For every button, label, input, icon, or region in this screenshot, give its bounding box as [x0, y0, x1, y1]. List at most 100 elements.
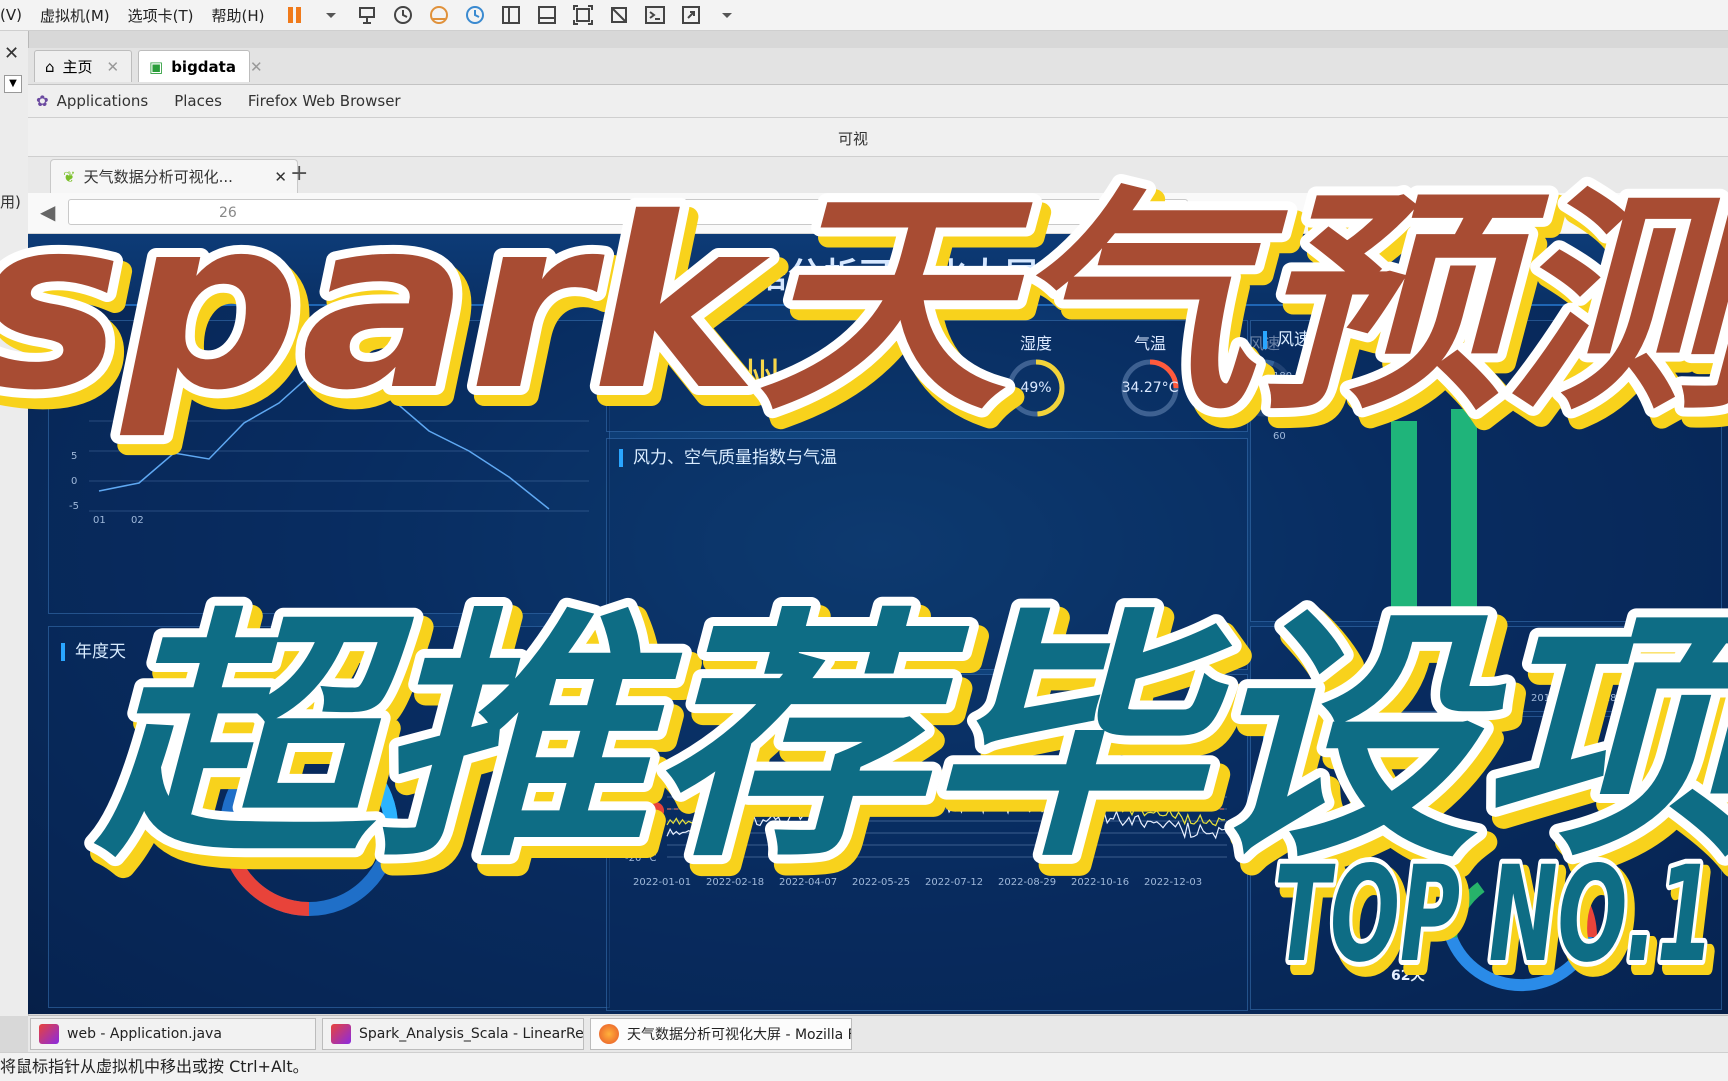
weather-dashboard: 数据分析可视化大屏 5 0 -5 01 02 年度天 苏州 湿度 49% 气温 34.…	[28, 234, 1728, 1014]
x-tick: 2022-08-29	[998, 877, 1056, 888]
y-tick: 20 °C	[625, 805, 653, 816]
tab-home[interactable]: ⌂ 主页 ✕	[34, 50, 132, 82]
gauge-value: 34.27°C	[1121, 380, 1179, 396]
y-tick: 60	[1273, 431, 1286, 442]
x-tick: 2022-04-07	[779, 877, 837, 888]
new-tab-icon[interactable]: +	[290, 161, 308, 186]
library-label-fragment: 用)	[0, 193, 21, 211]
firefox-icon	[599, 1024, 619, 1044]
x-tick: 2022-02-18	[706, 877, 764, 888]
x-tick: 2022-12-03	[1144, 877, 1202, 888]
snapshot-manager-icon[interactable]	[462, 3, 488, 27]
panel-title: 年度风向类型	[1263, 731, 1379, 749]
terminal-icon[interactable]	[642, 3, 668, 27]
panel-title: 风力、空气质量指数与气温	[619, 449, 837, 467]
send-keys-icon[interactable]	[354, 3, 380, 27]
firefox-titlebar: 可视	[28, 118, 1728, 157]
firefox-navbar: ◀ 26	[28, 193, 1728, 234]
panel-right-middle: 2017 2018	[1250, 626, 1722, 712]
gauge-label: 气温	[1133, 334, 1166, 353]
fit-guest-icon[interactable]	[570, 3, 596, 27]
back-icon[interactable]: ◀	[40, 200, 55, 224]
url-text: 26	[219, 205, 237, 221]
tab-bigdata-label: bigdata	[171, 57, 236, 76]
close-icon[interactable]: ✕	[4, 43, 19, 64]
menu-help[interactable]: 帮助(H)	[212, 5, 265, 26]
gnome-panel: ✿ Applications Places Firefox Web Browse…	[28, 85, 1728, 118]
y-tick: 40 °C	[625, 781, 653, 792]
taskbar-item-firefox[interactable]: 天气数据分析可视化大屏 - Mozilla Fi...	[590, 1018, 852, 1050]
guest-taskbar: web - Application.java Spark_Analysis_Sc…	[28, 1015, 1728, 1052]
gnome-foot-icon: ✿	[36, 92, 49, 110]
console-view-icon[interactable]	[534, 3, 560, 27]
taskbar-item-idea-spark[interactable]: Spark_Analysis_Scala - LinearRegre...	[322, 1018, 584, 1050]
places-menu[interactable]: Places	[174, 92, 222, 110]
close-icon[interactable]: ✕	[274, 168, 287, 186]
firefox-launcher[interactable]: Firefox Web Browser	[248, 92, 401, 110]
wind-bar	[1451, 409, 1477, 621]
vm-running-icon: ▣	[149, 57, 164, 76]
menu-view[interactable]: (V)	[0, 6, 22, 24]
close-icon[interactable]: ✕	[250, 58, 263, 76]
vm-tabstrip: ⌂ 主页 ✕ ▣ bigdata ✕	[28, 48, 1728, 85]
vm-library-strip: ✕ ▼ 用)	[0, 31, 29, 1016]
max-marker-label: 41	[871, 757, 884, 768]
intellij-icon	[39, 1024, 59, 1044]
y-tick: 0	[71, 476, 77, 487]
x-tick: 2022-05-25	[852, 877, 910, 888]
y-tick: 10 °C	[625, 817, 653, 828]
revert-snapshot-icon[interactable]	[426, 3, 452, 27]
status-hint: 将鼠标指针从虚拟机中移出或按 Ctrl+Alt。	[0, 1057, 309, 1076]
dashboard-title: 数据分析可视化大屏	[716, 256, 1040, 296]
window-title-fragment: 可视	[838, 130, 869, 148]
x-tick: 01	[93, 515, 106, 526]
pause-icon[interactable]	[282, 3, 308, 27]
wind-level-chart: 180 150 120 90 60	[1273, 371, 1477, 621]
chevron-down-icon[interactable]: ▼	[4, 75, 22, 93]
sidebar-view-icon[interactable]	[498, 3, 524, 27]
max-marker: 41	[867, 739, 888, 779]
tab-bigdata[interactable]: ▣ bigdata ✕	[138, 50, 263, 82]
x-tick: 2018	[1591, 693, 1616, 704]
tab-weather-dashboard-label: 天气数据分析可视化...	[83, 168, 233, 186]
x-tick: 2022-10-16	[1071, 877, 1129, 888]
y-tick: 0 °C	[625, 829, 647, 840]
panel-wind-aqi-temp: 风力、空气质量指数与气温	[606, 438, 1248, 670]
y-tick: -20 °C	[625, 853, 657, 864]
gauge-label: 湿度	[1019, 334, 1052, 353]
panel-left-top: 5 0 -5 01 02	[48, 320, 610, 614]
taskbar-item-label: web - Application.java	[67, 1026, 222, 1042]
left-line-chart: 5 0 -5 01 02	[69, 364, 589, 526]
annual-donut	[220, 738, 398, 916]
chevron-down-icon[interactable]	[318, 3, 344, 27]
x-tick: 2022-01-01	[633, 877, 691, 888]
city-name: 苏州	[697, 354, 782, 403]
right-middle-axis: 2017 2018	[1531, 693, 1616, 704]
applications-menu[interactable]: Applications	[57, 92, 149, 110]
url-bar[interactable]: 26	[68, 199, 1188, 225]
x-tick: 02	[131, 515, 144, 526]
tab-home-label: 主页	[62, 58, 93, 76]
snapshot-icon[interactable]	[390, 3, 416, 27]
temperature-chart: 41 -2 40 °C30 °C20 °C10 °C0 °C-10 °C-20 …	[625, 739, 1227, 888]
taskbar-item-label: 天气数据分析可视化大屏 - Mozilla Fi...	[627, 1027, 852, 1043]
home-icon: ⌂	[45, 57, 55, 76]
donut-center-label: 总体	[1503, 920, 1527, 934]
menu-vm[interactable]: 虚拟机(M)	[40, 5, 110, 26]
fullscreen-icon[interactable]	[678, 3, 704, 27]
y-tick: -10 °C	[625, 841, 657, 852]
panel-title: 风速等级分析	[1263, 331, 1379, 349]
y-tick: 90	[1273, 416, 1286, 427]
y-tick: -5	[69, 501, 79, 512]
taskbar-item-idea-web[interactable]: web - Application.java	[30, 1018, 316, 1050]
wind-direction-donut: 总体	[1445, 882, 1598, 992]
vm-menubar: (V) 虚拟机(M) 选项卡(T) 帮助(H)	[0, 0, 1728, 31]
y-tick: 30 °C	[625, 793, 653, 804]
close-icon[interactable]: ✕	[107, 58, 120, 76]
tab-weather-dashboard[interactable]: ❦ 天气数据分析可视化... ✕	[50, 159, 298, 193]
wind-bar	[1391, 421, 1417, 621]
chevron-down-icon[interactable]	[714, 3, 740, 27]
unity-mode-icon[interactable]	[606, 3, 632, 27]
menu-tabs[interactable]: 选项卡(T)	[128, 5, 194, 26]
panel-temperature: 41 -2 40 °C 30 °C 20 °C 10 °C 0 °C -10 °C -20 …	[606, 674, 1248, 1011]
